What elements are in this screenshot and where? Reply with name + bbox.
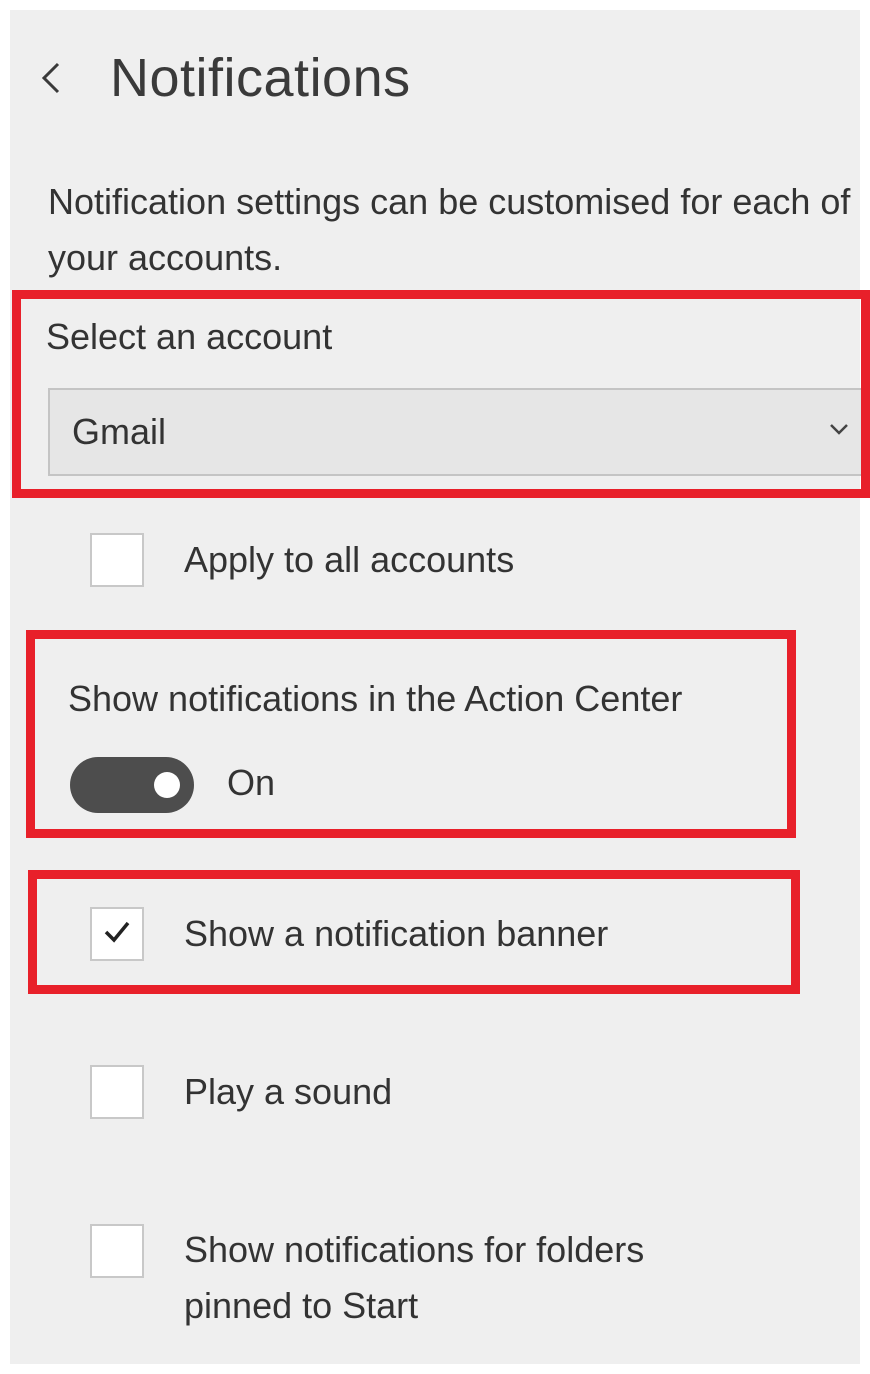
play-sound-label: Play a sound — [184, 1071, 393, 1112]
pinned-folders-label: Show notifications for folders pinned to… — [184, 1229, 645, 1326]
header: Notifications — [40, 38, 411, 118]
checkmark-icon — [101, 918, 133, 951]
page-title: Notifications — [110, 48, 411, 108]
intro-text: Notification settings can be customised … — [48, 181, 851, 278]
account-select[interactable]: Gmail — [48, 388, 866, 476]
pinned-folders-option[interactable]: Show notifications for folders pinned to… — [90, 1224, 744, 1334]
play-sound-option[interactable]: Play a sound — [90, 1064, 392, 1120]
chevron-down-icon — [828, 422, 850, 441]
action-center-toggle-state: On — [227, 762, 276, 803]
chevron-left-icon — [40, 60, 62, 96]
settings-panel: Notifications Notification settings can … — [10, 10, 866, 1364]
notification-banner-checkbox[interactable] — [90, 907, 144, 961]
action-center-toggle[interactable] — [70, 757, 194, 813]
apply-all-accounts-label: Apply to all accounts — [184, 539, 515, 580]
apply-all-accounts-option[interactable]: Apply to all accounts — [90, 532, 514, 588]
apply-all-accounts-checkbox[interactable] — [90, 533, 144, 587]
back-button[interactable] — [40, 48, 80, 108]
pinned-folders-checkbox[interactable] — [90, 1224, 144, 1278]
play-sound-checkbox[interactable] — [90, 1065, 144, 1119]
notification-banner-label: Show a notification banner — [184, 913, 609, 954]
action-center-label: Show notifications in the Action Center — [68, 678, 683, 719]
notification-banner-option[interactable]: Show a notification banner — [90, 906, 608, 962]
account-select-value: Gmail — [72, 411, 167, 452]
account-select-label: Select an account — [46, 316, 333, 357]
toggle-knob — [154, 772, 180, 798]
